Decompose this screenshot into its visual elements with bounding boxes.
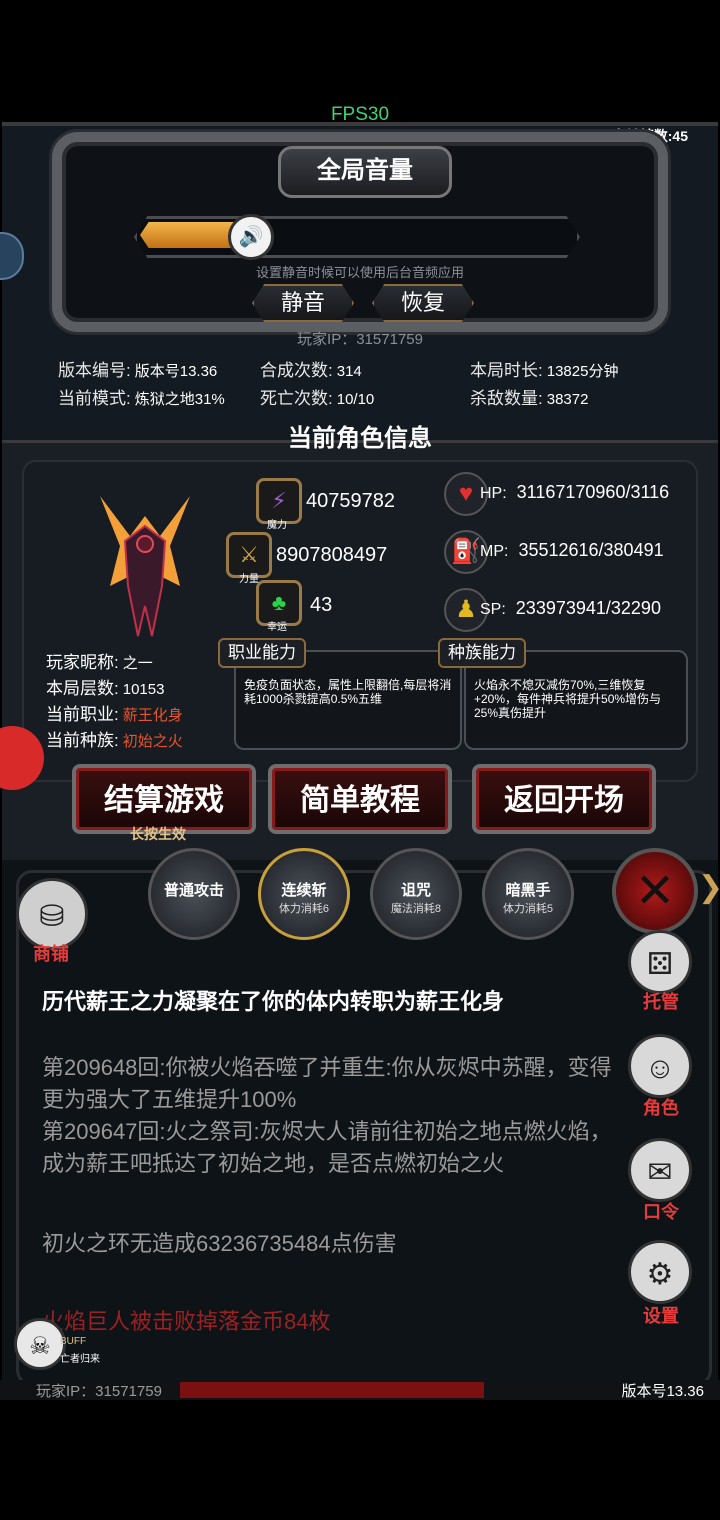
race-label: 当前种族:: [46, 731, 119, 750]
duration-value: 13825分钟: [546, 363, 619, 380]
floor-label: 本局层数:: [46, 679, 119, 698]
job-ability-title: 职业能力: [218, 638, 306, 668]
sp-value: 233973941/32290: [515, 598, 661, 618]
job-value: 薪王化身: [122, 707, 183, 724]
version-value: 版本号13.36: [134, 363, 218, 380]
strength-value: 8907808497: [276, 544, 388, 566]
gear-icon[interactable]: ⚙: [628, 1240, 692, 1304]
luck-label: 幸运: [267, 622, 287, 633]
footer-player-ip: 玩家IP：31571759: [36, 1383, 162, 1400]
version-label: 版本编号:: [58, 361, 131, 380]
mute-button[interactable]: 静音: [252, 284, 354, 322]
death-value: 10/10: [336, 391, 375, 408]
skill-normal-attack[interactable]: 普通攻击: [148, 848, 240, 940]
dice-icon[interactable]: ⚄: [628, 930, 692, 994]
hero-portrait: [100, 496, 190, 637]
synth-value: 314: [336, 363, 362, 380]
shop-label[interactable]: 商铺: [16, 940, 86, 966]
magic-label: 魔力: [267, 520, 287, 531]
skull-icon[interactable]: ☠: [14, 1318, 66, 1370]
synth-label: 合成次数:: [260, 361, 333, 380]
volume-hint: 设置静音时候可以使用后台音频应用: [255, 265, 464, 280]
scroll-icon[interactable]: ✉: [628, 1138, 692, 1202]
floor-value: 10153: [122, 681, 165, 698]
hp-label: HP:: [480, 485, 507, 502]
log-line: 第209648回:你被火焰吞噬了并重生:你从灰烬中苏醒，变得更为强大了五维提升1…: [42, 1055, 612, 1112]
kills-value: 38372: [546, 391, 589, 408]
settle-hint: 长按生效: [130, 826, 186, 842]
back-to-start-button[interactable]: 返回开场: [472, 764, 656, 834]
chevron-right-icon[interactable]: ❯: [698, 870, 720, 905]
close-icon[interactable]: ✕: [612, 848, 698, 934]
nickname-value: 之一: [122, 655, 153, 672]
skill-name: 诅咒: [400, 882, 431, 899]
skill-cost: 体力消耗6: [278, 903, 330, 915]
log-line: 火焰巨人被击败掉落金币84枚: [42, 1309, 331, 1334]
kills-label: 杀敌数量:: [470, 389, 543, 408]
mp-value: 35512616/380491: [518, 540, 664, 560]
magic-value: 40759782: [306, 490, 395, 512]
mode-value: 炼狱之地31%: [134, 391, 225, 408]
tutorial-button[interactable]: 简单教程: [268, 764, 452, 834]
skill-curse[interactable]: 诅咒 魔法消耗8: [370, 848, 462, 940]
log-line: 初火之环无造成63236735484点伤害: [42, 1231, 397, 1256]
hp-row: HP: 3116717096​0/3116: [480, 482, 690, 503]
volume-title: 全局音量: [278, 146, 452, 198]
sp-label: SP:: [480, 601, 506, 618]
player-info: 玩家昵称: 之一 本局层数: 10153 当前职业: 薪王化身 当前种族: 初始之火: [46, 648, 183, 752]
skill-name: 暗黑手: [505, 882, 551, 899]
buff-title: BUFF: [60, 1336, 87, 1347]
mp-label: MP:: [480, 543, 509, 560]
settings-label[interactable]: 设置: [626, 1302, 696, 1328]
race-ability-title: 种族能力: [438, 638, 526, 668]
hp-value: 3116717096​0/3116: [516, 482, 670, 502]
role-label[interactable]: 角色: [626, 1094, 696, 1120]
mp-row: MP: 35512616/380491: [480, 540, 690, 561]
footer-progress: [180, 1382, 484, 1398]
job-label: 当前职业:: [46, 705, 119, 724]
stats-col-3: 本局时长: 13825分钟 杀敌数量: 38372: [470, 356, 618, 412]
skill-name: 普通攻击: [163, 882, 224, 899]
skill-cost: 魔法消耗8: [390, 903, 442, 915]
nickname-label: 玩家昵称:: [46, 653, 119, 672]
code-label[interactable]: 口令: [626, 1198, 696, 1224]
luck-value: 43: [310, 594, 333, 616]
character-icon[interactable]: ☺: [628, 1034, 692, 1098]
footer-version: 版本号13.36: [621, 1383, 704, 1400]
restore-button[interactable]: 恢复: [372, 284, 474, 322]
stats-col-2: 合成次数: 314 死亡次数: 10/10: [260, 356, 374, 412]
skill-name: 连续斩: [281, 882, 327, 899]
race-value: 初始之火: [122, 733, 183, 750]
buff-name: 亡者归来: [60, 1354, 100, 1365]
character-section-title: 当前角色信息: [288, 425, 432, 452]
auto-label[interactable]: 托管: [626, 988, 696, 1014]
player-ip: 玩家IP：31571759: [297, 331, 423, 348]
log-line: 第209647回:火之祭司:灰烬大人请前往初始之地点燃火焰，成为薪王吧抵达了初始…: [42, 1119, 612, 1176]
sp-row: SP: 233973941/32290: [480, 598, 690, 619]
stats-col-1: 版本编号: 版本号13.36 当前模式: 炼狱之地31%: [58, 356, 225, 412]
log-line: 历代薪王之力凝聚在了你的体内转职为薪王化身: [42, 989, 505, 1014]
duration-label: 本局时长:: [470, 361, 543, 380]
skill-dark-hand[interactable]: 暗黑手 体力消耗5: [482, 848, 574, 940]
skill-cost: 体力消耗5: [502, 903, 554, 915]
skill-combo-slash[interactable]: 连续斩 体力消耗6: [258, 848, 350, 940]
death-label: 死亡次数:: [260, 389, 333, 408]
mode-label: 当前模式:: [58, 389, 131, 408]
speaker-icon[interactable]: 🔊: [228, 214, 274, 260]
